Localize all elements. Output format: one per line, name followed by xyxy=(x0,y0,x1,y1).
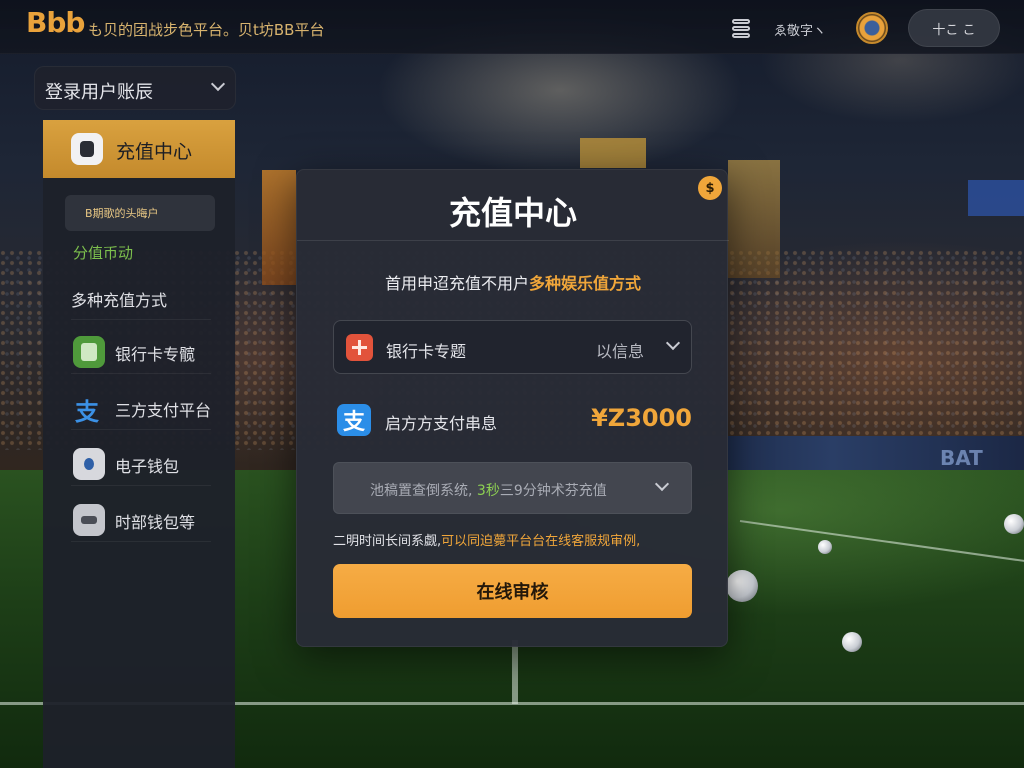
note-text: 二明时间长间系觑, xyxy=(333,534,442,549)
chevron-down-icon xyxy=(210,76,226,92)
pitch-line xyxy=(739,520,1024,563)
modal-subtitle: 首用申迢充值不用户多种娱乐值方式 xyxy=(297,270,729,294)
sidebar-item-third-party[interactable]: 三方支付平台 xyxy=(71,384,211,430)
bank-card-icon xyxy=(73,336,105,368)
ad-board-text: BAT xyxy=(940,446,983,470)
layers-icon[interactable] xyxy=(728,15,754,41)
bank-select-label: 银行卡专题 xyxy=(386,342,467,361)
alipay-icon xyxy=(73,392,105,427)
user-menu-button[interactable]: 十こ こ xyxy=(908,9,1000,47)
recharge-amount: ¥Z3000 xyxy=(591,404,692,432)
sidebar-item-bank-card[interactable]: 银行卡专髋 xyxy=(71,328,211,374)
subtitle-text: 首用申迢充值不用户 xyxy=(384,274,529,293)
sidebar-item-label: 三方支付平台 xyxy=(115,401,212,420)
method-select-prefix: 池稿置查倒系统, xyxy=(370,483,473,499)
bank-card-select[interactable]: 银行卡专题 以信息 xyxy=(333,320,692,374)
method-select-suffix: 三9分钟术芬充值 xyxy=(499,483,607,499)
sidebar-item-label: 电子钱包 xyxy=(115,457,180,476)
sidebar-item-label: 时部钱包等 xyxy=(115,513,196,532)
sidebar: 充值中心 B期歌的头晦户 分值币动 多种充值方式 银行卡专髋 三方支付平台 电子… xyxy=(43,120,235,768)
sidebar-item-recharge-center[interactable]: 充值中心 xyxy=(43,120,235,178)
purse-icon xyxy=(73,504,105,536)
modal-note: 二明时间长间系觑,可以同迫薨平台台在线客服规审例, xyxy=(333,530,713,549)
site-title: も贝的团战步色平台。贝t坊BB平台 xyxy=(88,21,325,39)
language-selector[interactable]: ゑ敬字ヽ xyxy=(774,20,826,39)
pitch-line xyxy=(512,640,518,704)
football xyxy=(818,540,832,554)
recharge-icon xyxy=(71,133,103,165)
online-review-button[interactable]: 在线审核 xyxy=(333,564,692,618)
wallet-icon xyxy=(73,448,105,480)
sidebar-item-methods[interactable]: 多种充值方式 xyxy=(71,274,211,320)
account-card[interactable]: B期歌的头晦户 xyxy=(65,195,215,231)
account-dropdown-label: 登录用户账辰 xyxy=(45,82,153,103)
sidebar-item-label: 银行卡专髋 xyxy=(115,345,196,364)
sidebar-item-label: 多种充值方式 xyxy=(71,291,168,310)
close-icon[interactable]: $ xyxy=(698,176,722,200)
account-dropdown[interactable]: 登录用户账辰 xyxy=(34,66,236,110)
recharge-modal: 充值中心 $ 首用申迢充值不用户多种娱乐值方式 银行卡专题 以信息 支 启方方支… xyxy=(296,169,729,647)
stadium-banner xyxy=(728,160,780,278)
recharge-method-select[interactable]: 池稿置查倒系统, 3秒三9分钟术芬充值 xyxy=(333,462,692,514)
sidebar-item-label: 充值中心 xyxy=(116,141,193,163)
bank-select-value: 以信息 xyxy=(596,342,645,361)
football xyxy=(726,570,758,602)
stadium-banner xyxy=(262,170,296,285)
subtitle-highlight: 多种娱乐值方式 xyxy=(529,274,642,293)
football xyxy=(842,632,862,652)
sidebar-item-other-wallet[interactable]: 时部钱包等 xyxy=(71,496,211,542)
stadium-banner xyxy=(580,138,646,168)
alipay-icon: 支 xyxy=(337,404,371,436)
alipay-amount-row[interactable]: 支 启方方支付串息 ¥Z3000 xyxy=(333,396,692,442)
chevron-down-icon xyxy=(665,335,681,351)
divider xyxy=(297,240,729,241)
method-select-green: 3秒 xyxy=(476,483,500,499)
site-logo[interactable]: Bbb xyxy=(26,6,85,39)
avatar[interactable] xyxy=(856,12,888,44)
sidebar-sub-label: 分值币动 xyxy=(73,244,134,262)
alipay-label: 启方方支付串息 xyxy=(385,414,498,433)
top-bar: Bbb も贝的团战步色平台。贝t坊BB平台 ゑ敬字ヽ 十こ こ xyxy=(0,0,1024,54)
note-highlight: 可以同迫薨平台台在线客服规审例, xyxy=(441,534,641,549)
sidebar-item-e-wallet[interactable]: 电子钱包 xyxy=(71,440,211,486)
football xyxy=(1004,514,1024,534)
method-select-label: 池稿置查倒系统, 3秒三9分钟术芬充值 xyxy=(370,480,607,500)
modal-title: 充值中心 xyxy=(448,194,577,232)
chevron-down-icon xyxy=(654,476,670,492)
stadium-banner xyxy=(968,180,1024,216)
bank-icon xyxy=(346,334,373,361)
